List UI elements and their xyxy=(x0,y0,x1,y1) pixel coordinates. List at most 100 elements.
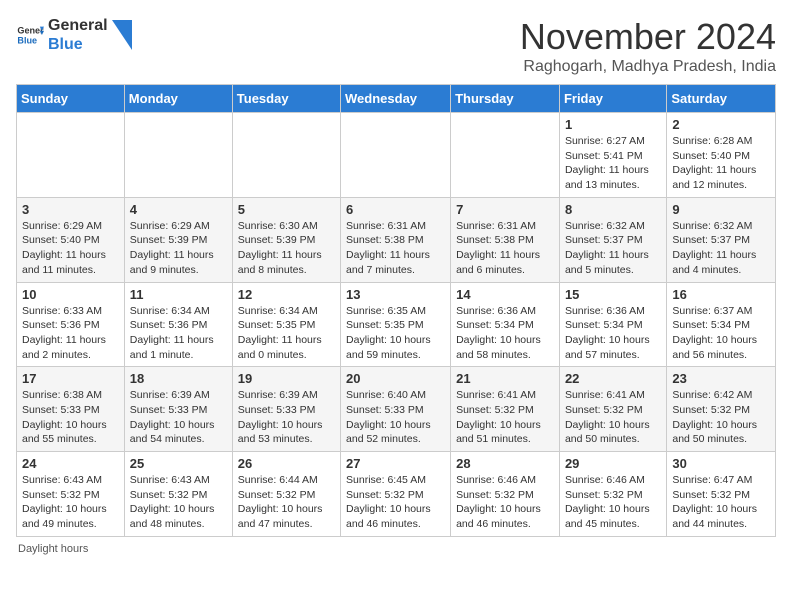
day-info: Sunrise: 6:43 AM Sunset: 5:32 PM Dayligh… xyxy=(22,473,119,532)
calendar-cell: 23 Sunrise: 6:42 AM Sunset: 5:32 PM Dayli… xyxy=(667,367,776,452)
day-number: 1 xyxy=(565,117,661,132)
calendar-cell: 8 Sunrise: 6:32 AM Sunset: 5:37 PM Daylig… xyxy=(559,197,666,282)
day-number: 3 xyxy=(22,202,119,217)
day-number: 20 xyxy=(346,371,445,386)
calendar-cell: 9 Sunrise: 6:32 AM Sunset: 5:37 PM Daylig… xyxy=(667,197,776,282)
calendar-cell: 28 Sunrise: 6:46 AM Sunset: 5:32 PM Dayli… xyxy=(451,452,560,537)
col-header-friday: Friday xyxy=(559,85,666,113)
calendar-cell: 1 Sunrise: 6:27 AM Sunset: 5:41 PM Daylig… xyxy=(559,113,666,198)
day-info: Sunrise: 6:42 AM Sunset: 5:32 PM Dayligh… xyxy=(672,388,770,447)
day-info: Sunrise: 6:27 AM Sunset: 5:41 PM Dayligh… xyxy=(565,134,661,193)
calendar-cell: 13 Sunrise: 6:35 AM Sunset: 5:35 PM Dayli… xyxy=(341,282,451,367)
day-info: Sunrise: 6:35 AM Sunset: 5:35 PM Dayligh… xyxy=(346,304,445,363)
day-info: Sunrise: 6:32 AM Sunset: 5:37 PM Dayligh… xyxy=(565,219,661,278)
logo-general: General xyxy=(48,16,108,35)
col-header-thursday: Thursday xyxy=(451,85,560,113)
day-number: 8 xyxy=(565,202,661,217)
day-info: Sunrise: 6:34 AM Sunset: 5:35 PM Dayligh… xyxy=(238,304,335,363)
day-info: Sunrise: 6:41 AM Sunset: 5:32 PM Dayligh… xyxy=(456,388,554,447)
calendar-cell: 12 Sunrise: 6:34 AM Sunset: 5:35 PM Dayli… xyxy=(232,282,340,367)
col-header-sunday: Sunday xyxy=(17,85,125,113)
day-info: Sunrise: 6:31 AM Sunset: 5:38 PM Dayligh… xyxy=(346,219,445,278)
day-number: 11 xyxy=(130,287,227,302)
day-info: Sunrise: 6:34 AM Sunset: 5:36 PM Dayligh… xyxy=(130,304,227,363)
svg-text:Blue: Blue xyxy=(17,36,37,46)
day-number: 15 xyxy=(565,287,661,302)
day-number: 4 xyxy=(130,202,227,217)
day-number: 21 xyxy=(456,371,554,386)
location: Raghogarh, Madhya Pradesh, India xyxy=(520,58,776,76)
calendar-cell: 6 Sunrise: 6:31 AM Sunset: 5:38 PM Daylig… xyxy=(341,197,451,282)
day-info: Sunrise: 6:39 AM Sunset: 5:33 PM Dayligh… xyxy=(130,388,227,447)
logo-blue: Blue xyxy=(48,35,108,54)
day-info: Sunrise: 6:29 AM Sunset: 5:39 PM Dayligh… xyxy=(130,219,227,278)
calendar-cell: 14 Sunrise: 6:36 AM Sunset: 5:34 PM Dayli… xyxy=(451,282,560,367)
day-number: 7 xyxy=(456,202,554,217)
calendar-cell: 25 Sunrise: 6:43 AM Sunset: 5:32 PM Dayli… xyxy=(124,452,232,537)
calendar-cell: 20 Sunrise: 6:40 AM Sunset: 5:33 PM Dayli… xyxy=(341,367,451,452)
calendar-cell: 26Sunrise: 6:44 AM Sunset: 5:32 PM Dayli… xyxy=(232,452,340,537)
day-info: Sunrise: 6:32 AM Sunset: 5:37 PM Dayligh… xyxy=(672,219,770,278)
col-header-monday: Monday xyxy=(124,85,232,113)
day-number: 23 xyxy=(672,371,770,386)
day-number: 13 xyxy=(346,287,445,302)
day-info: Sunrise: 6:38 AM Sunset: 5:33 PM Dayligh… xyxy=(22,388,119,447)
calendar-cell: 16 Sunrise: 6:37 AM Sunset: 5:34 PM Dayli… xyxy=(667,282,776,367)
month-title: November 2024 xyxy=(520,16,776,58)
day-info: Sunrise: 6:43 AM Sunset: 5:32 PM Dayligh… xyxy=(130,473,227,532)
calendar-cell xyxy=(341,113,451,198)
calendar-cell: 29Sunrise: 6:46 AM Sunset: 5:32 PM Dayli… xyxy=(559,452,666,537)
day-info: Sunrise: 6:33 AM Sunset: 5:36 PM Dayligh… xyxy=(22,304,119,363)
calendar-cell: 19 Sunrise: 6:39 AM Sunset: 5:33 PM Dayli… xyxy=(232,367,340,452)
day-number: 5 xyxy=(238,202,335,217)
calendar-cell xyxy=(451,113,560,198)
calendar-cell: 18 Sunrise: 6:39 AM Sunset: 5:33 PM Dayli… xyxy=(124,367,232,452)
logo-arrow-icon xyxy=(112,20,132,50)
day-number: 9 xyxy=(672,202,770,217)
calendar-cell xyxy=(232,113,340,198)
day-number: 17 xyxy=(22,371,119,386)
day-number: 2 xyxy=(672,117,770,132)
day-number: 22 xyxy=(565,371,661,386)
day-number: 19 xyxy=(238,371,335,386)
calendar-week-row: 17 Sunrise: 6:38 AM Sunset: 5:33 PM Dayli… xyxy=(17,367,776,452)
calendar-cell: 11 Sunrise: 6:34 AM Sunset: 5:36 PM Dayli… xyxy=(124,282,232,367)
day-info: Sunrise: 6:29 AM Sunset: 5:40 PM Dayligh… xyxy=(22,219,119,278)
day-number: 28 xyxy=(456,456,554,471)
day-number: 6 xyxy=(346,202,445,217)
day-info: Sunrise: 6:36 AM Sunset: 5:34 PM Dayligh… xyxy=(565,304,661,363)
calendar-cell: 30 Sunrise: 6:47 AM Sunset: 5:32 PM Dayli… xyxy=(667,452,776,537)
calendar-cell: 22Sunrise: 6:41 AM Sunset: 5:32 PM Dayli… xyxy=(559,367,666,452)
col-header-saturday: Saturday xyxy=(667,85,776,113)
day-number: 16 xyxy=(672,287,770,302)
day-number: 26 xyxy=(238,456,335,471)
day-info: Sunrise: 6:30 AM Sunset: 5:39 PM Dayligh… xyxy=(238,219,335,278)
footer-note: Daylight hours xyxy=(16,543,776,555)
svg-text:General: General xyxy=(17,26,44,36)
calendar-week-row: 24 Sunrise: 6:43 AM Sunset: 5:32 PM Dayli… xyxy=(17,452,776,537)
day-info: Sunrise: 6:28 AM Sunset: 5:40 PM Dayligh… xyxy=(672,134,770,193)
day-number: 24 xyxy=(22,456,119,471)
calendar-cell xyxy=(124,113,232,198)
day-info: Sunrise: 6:45 AM Sunset: 5:32 PM Dayligh… xyxy=(346,473,445,532)
calendar-week-row: 3 Sunrise: 6:29 AM Sunset: 5:40 PM Daylig… xyxy=(17,197,776,282)
day-info: Sunrise: 6:46 AM Sunset: 5:32 PM Dayligh… xyxy=(456,473,554,532)
day-number: 18 xyxy=(130,371,227,386)
day-info: Sunrise: 6:37 AM Sunset: 5:34 PM Dayligh… xyxy=(672,304,770,363)
calendar-cell: 27Sunrise: 6:45 AM Sunset: 5:32 PM Dayli… xyxy=(341,452,451,537)
day-number: 30 xyxy=(672,456,770,471)
calendar-cell: 3 Sunrise: 6:29 AM Sunset: 5:40 PM Daylig… xyxy=(17,197,125,282)
header: General Blue General Blue November 2024 … xyxy=(16,16,776,76)
day-info: Sunrise: 6:36 AM Sunset: 5:34 PM Dayligh… xyxy=(456,304,554,363)
calendar-header-row: SundayMondayTuesdayWednesdayThursdayFrid… xyxy=(17,85,776,113)
day-info: Sunrise: 6:47 AM Sunset: 5:32 PM Dayligh… xyxy=(672,473,770,532)
calendar-cell: 21 Sunrise: 6:41 AM Sunset: 5:32 PM Dayli… xyxy=(451,367,560,452)
day-info: Sunrise: 6:40 AM Sunset: 5:33 PM Dayligh… xyxy=(346,388,445,447)
day-number: 10 xyxy=(22,287,119,302)
day-number: 12 xyxy=(238,287,335,302)
day-number: 14 xyxy=(456,287,554,302)
day-info: Sunrise: 6:39 AM Sunset: 5:33 PM Dayligh… xyxy=(238,388,335,447)
calendar-cell: 24 Sunrise: 6:43 AM Sunset: 5:32 PM Dayli… xyxy=(17,452,125,537)
day-number: 25 xyxy=(130,456,227,471)
calendar-cell: 5 Sunrise: 6:30 AM Sunset: 5:39 PM Daylig… xyxy=(232,197,340,282)
